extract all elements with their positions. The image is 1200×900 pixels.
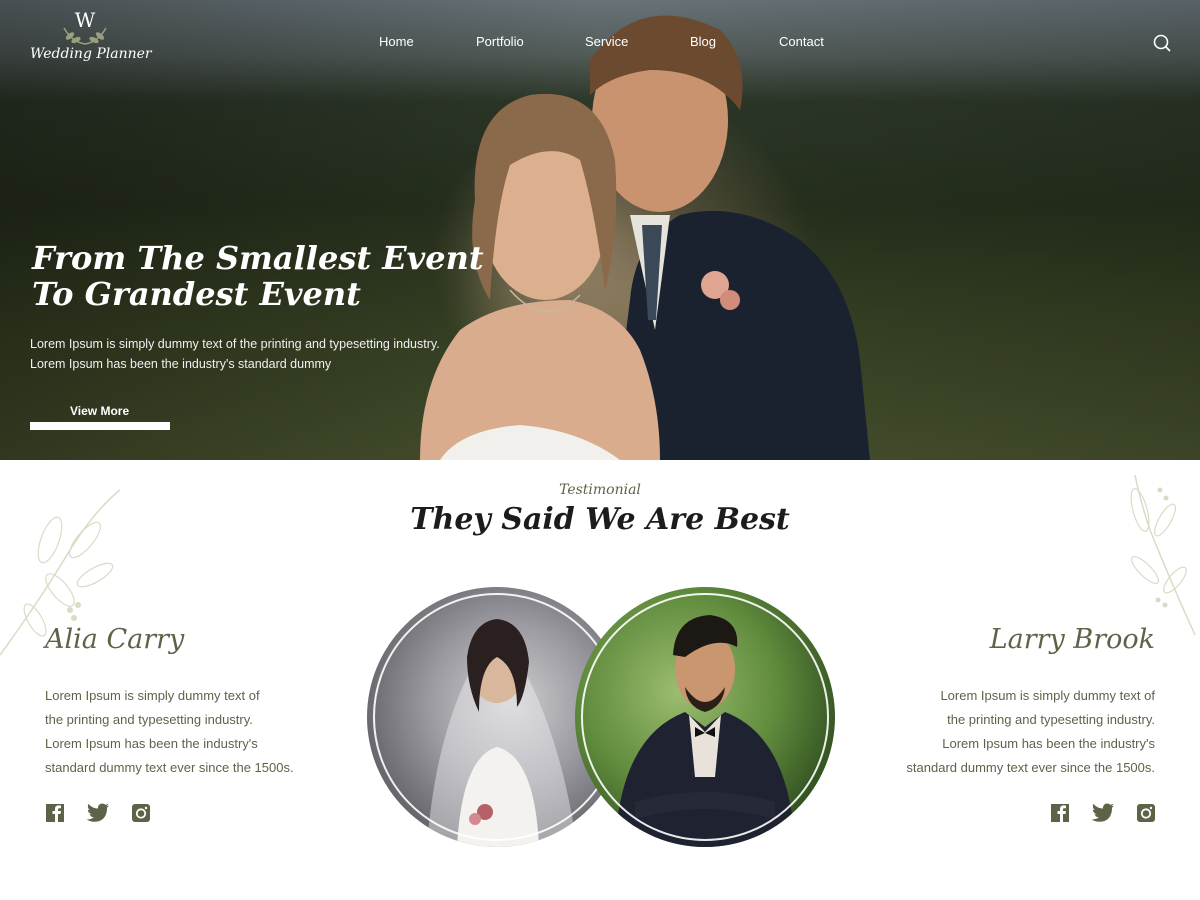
testimonial-kicker: Testimonial bbox=[559, 482, 641, 498]
hero-text-line1: Lorem Ipsum is simply dummy text of the … bbox=[30, 337, 440, 351]
facebook-icon[interactable] bbox=[1050, 803, 1070, 823]
twitter-icon[interactable] bbox=[86, 803, 110, 823]
hero-title-line2: To Grandest Event bbox=[32, 275, 361, 313]
instagram-icon[interactable] bbox=[1136, 803, 1156, 823]
testimonial-name-left: Alia Carry bbox=[45, 624, 185, 655]
facebook-icon[interactable] bbox=[45, 803, 65, 823]
brand-logo[interactable]: W Wedding Planner bbox=[30, 8, 152, 70]
testimonial-line: Lorem Ipsum has been the industry's bbox=[45, 736, 258, 751]
laurel-icon bbox=[63, 27, 107, 45]
testimonial-line: Lorem Ipsum is simply dummy text of bbox=[45, 688, 260, 703]
testimonial-title: They Said We Are Best bbox=[410, 502, 790, 537]
testimonial-text-right: Lorem Ipsum is simply dummy text of the … bbox=[895, 684, 1155, 780]
testimonial-text-left: Lorem Ipsum is simply dummy text of the … bbox=[45, 684, 305, 780]
instagram-icon[interactable] bbox=[131, 803, 151, 823]
twitter-icon[interactable] bbox=[1091, 803, 1115, 823]
testimonial-line: standard dummy text ever since the 1500s… bbox=[906, 760, 1155, 775]
nav-blog[interactable]: Blog bbox=[690, 34, 716, 49]
nav-service[interactable]: Service bbox=[585, 34, 628, 49]
nav-portfolio[interactable]: Portfolio bbox=[476, 34, 524, 49]
testimonial-line: the printing and typesetting industry. bbox=[947, 712, 1155, 727]
testimonial-line: standard dummy text ever since the 1500s… bbox=[45, 760, 294, 775]
hero-banner: W Wedding Planner Home Portfolio Service… bbox=[0, 0, 1200, 460]
testimonial-name-right: Larry Brook bbox=[989, 624, 1155, 655]
testimonial-line: Lorem Ipsum has been the industry's bbox=[942, 736, 1155, 751]
view-more-label: View More bbox=[70, 404, 130, 418]
nav-home[interactable]: Home bbox=[379, 34, 414, 49]
hero-text-line2: Lorem Ipsum has been the industry's stan… bbox=[30, 357, 332, 371]
hero-title-line1: From The Smallest Event bbox=[32, 239, 484, 277]
search-icon[interactable] bbox=[1152, 33, 1172, 53]
hero-title: From The Smallest Event To Grandest Even… bbox=[32, 240, 492, 312]
testimonial-line: Lorem Ipsum is simply dummy text of bbox=[940, 688, 1155, 703]
photo-ring bbox=[581, 593, 829, 841]
testimonial-line: the printing and typesetting industry. bbox=[45, 712, 253, 727]
couple-photo bbox=[420, 15, 870, 460]
groom-photo bbox=[575, 587, 835, 847]
brand-name: Wedding Planner bbox=[30, 46, 152, 62]
hero-description: Lorem Ipsum is simply dummy text of the … bbox=[30, 334, 460, 374]
nav-contact[interactable]: Contact bbox=[779, 34, 824, 49]
view-more-button[interactable]: View More bbox=[30, 398, 170, 430]
